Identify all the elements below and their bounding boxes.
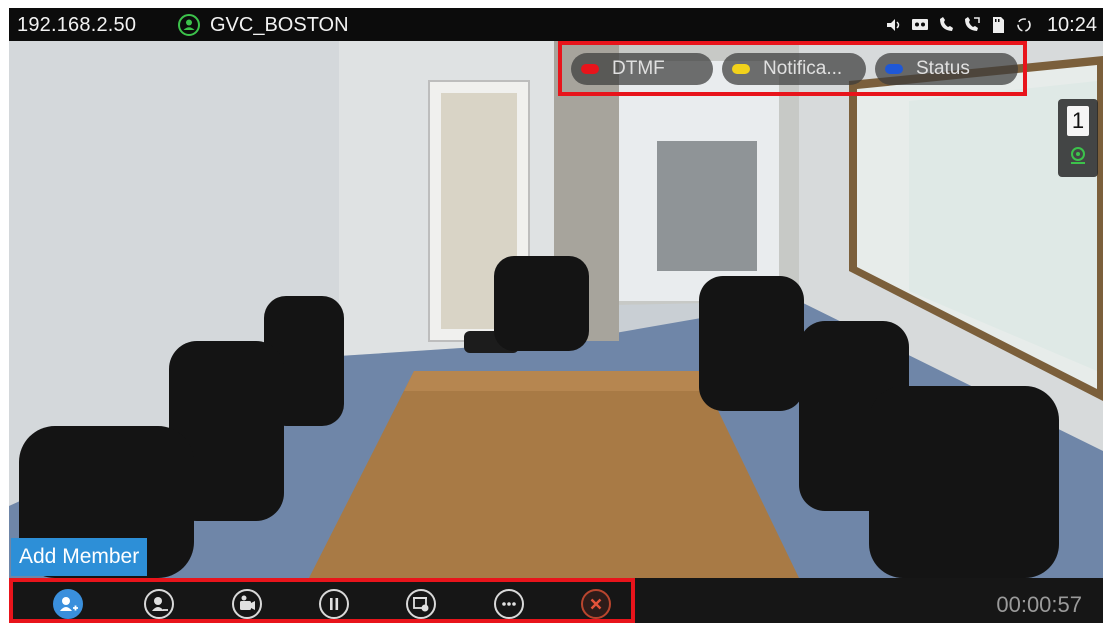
account-online-icon [178, 14, 200, 36]
sync-icon [1015, 16, 1033, 34]
account-name: GVC_BOSTON [210, 14, 349, 36]
volume-icon [885, 16, 903, 34]
ip-address: 192.168.2.50 [17, 14, 137, 36]
voicemail-icon [911, 16, 929, 34]
sd-card-icon [989, 16, 1007, 34]
video-call-screen: 192.168.2.50 GVC_BOSTON 10:24 DTMF Notif… [9, 8, 1103, 623]
clock: 10:24 [1046, 14, 1097, 36]
softkeys-highlight [558, 41, 1027, 96]
system-icons [885, 15, 1033, 35]
add-member-tooltip: Add Member [11, 538, 148, 576]
participant-count: 1 [1067, 106, 1089, 136]
toolbar-highlight [9, 578, 635, 623]
video-feed [9, 41, 1103, 578]
forward-call-icon [963, 16, 981, 34]
call-duration: 00:00:57 [996, 592, 1082, 617]
missed-call-icon [937, 16, 955, 34]
status-bar: 192.168.2.50 GVC_BOSTON 10:24 [9, 8, 1103, 41]
participant-panel[interactable]: 1 [1058, 99, 1098, 177]
camera-on-icon [1068, 146, 1088, 166]
